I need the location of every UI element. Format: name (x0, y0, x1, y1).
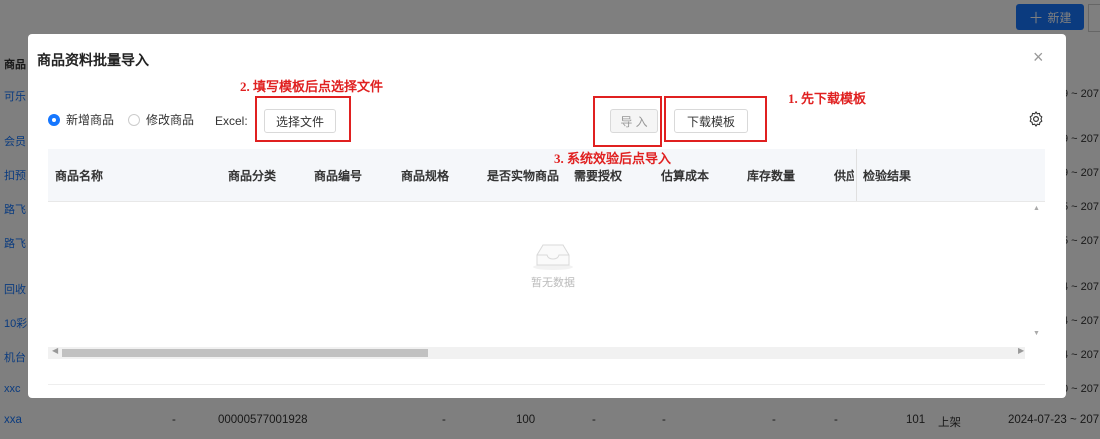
import-table-body: 暂无数据 (48, 201, 1045, 351)
horizontal-scrollbar[interactable] (48, 347, 1025, 359)
fixed-column-divider (856, 149, 857, 201)
column-header: 供应 (834, 169, 854, 183)
radio-label: 修改商品 (146, 113, 195, 127)
empty-inbox-icon (533, 244, 573, 270)
radio-modify-product[interactable]: 修改商品 (128, 111, 194, 128)
excel-label: Excel: (215, 114, 248, 128)
annotation-box-choose-file (255, 96, 351, 142)
radio-label: 新增商品 (66, 113, 115, 127)
empty-state: 暂无数据 (518, 241, 588, 290)
batch-import-dialog: 商品资料批量导入 × 新增商品 修改商品 Excel: 选择文件 导 入 下载模… (28, 34, 1066, 398)
column-header: 商品名称 (55, 169, 104, 183)
column-header-check-result: 检验结果 (863, 169, 912, 183)
radio-unchecked-icon (128, 113, 141, 126)
annotation-step1: 1. 先下载模板 (788, 91, 867, 106)
close-icon[interactable]: × (1033, 47, 1044, 68)
column-header: 库存数量 (747, 169, 796, 183)
column-header: 估算成本 (661, 169, 710, 183)
radio-checked-icon (48, 113, 60, 126)
scroll-up-arrow-icon[interactable]: ▲ (1033, 205, 1040, 212)
empty-text: 暂无数据 (531, 277, 575, 289)
divider (48, 384, 1045, 385)
scroll-left-arrow-icon[interactable]: ◀ (52, 346, 58, 355)
column-header: 商品分类 (228, 169, 277, 183)
dialog-title: 商品资料批量导入 (37, 52, 149, 68)
annotation-step2: 2. 填写模板后点选择文件 (240, 79, 384, 94)
radio-add-product[interactable]: 新增商品 (48, 111, 114, 128)
horizontal-scrollbar-thumb[interactable] (62, 349, 428, 357)
column-header: 商品编号 (314, 169, 363, 183)
gear-icon[interactable] (1027, 110, 1045, 128)
annotation-step3: 3. 系统效验后点导入 (554, 151, 672, 166)
column-header: 商品规格 (401, 169, 450, 183)
scroll-right-arrow-icon[interactable]: ▶ (1018, 346, 1024, 355)
annotation-box-import (593, 96, 662, 147)
import-mode-radio-group: 新增商品 修改商品 (48, 111, 208, 128)
column-header: 需要授权 (574, 169, 623, 183)
import-table-header: 商品名称 商品分类 商品编号 商品规格 是否实物商品 需要授权 估算成本 库存数… (48, 149, 1045, 202)
annotation-box-download (664, 96, 767, 142)
column-header: 是否实物商品 (487, 169, 560, 183)
scroll-down-arrow-icon[interactable]: ▼ (1033, 330, 1040, 337)
